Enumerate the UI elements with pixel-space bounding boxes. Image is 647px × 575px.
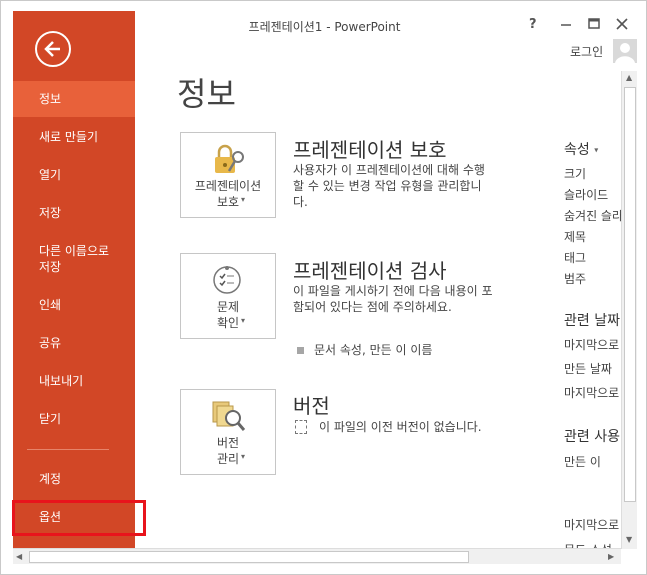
check-issues-button[interactable]: 문제 확인 ▾ <box>180 253 276 339</box>
vertical-scroll-thumb[interactable] <box>624 87 636 502</box>
check-issues-label: 문제 확인 <box>216 300 240 330</box>
lock-key-icon <box>211 143 247 177</box>
user-avatar-icon <box>615 43 635 63</box>
date-label: 만든 날짜 <box>564 362 612 376</box>
property-label: 태그 <box>564 251 587 265</box>
date-label: 마지막으로 <box>564 338 620 352</box>
person-label: 만든 이 <box>564 455 601 469</box>
inspect-title: 프레젠테이션 검사 <box>293 259 447 283</box>
caret-down-icon: ▾ <box>594 145 599 155</box>
nav-item-save-as[interactable]: 다른 이름으로 저장 <box>13 243 135 275</box>
version-history-icon <box>211 400 247 434</box>
scroll-right-icon[interactable]: ▶ <box>608 552 614 561</box>
bullet-square-icon <box>297 347 304 354</box>
nav-item-info[interactable]: 정보 <box>13 81 135 117</box>
property-label: 제목 <box>564 230 587 244</box>
date-label: 마지막으로 <box>564 386 620 400</box>
inspect-document-icon <box>211 264 247 298</box>
protect-title: 프레젠테이션 보호 <box>293 138 447 162</box>
nav-item-close[interactable]: 닫기 <box>13 411 135 427</box>
nav-separator <box>27 449 109 450</box>
login-link[interactable]: 로그인 <box>570 43 603 60</box>
property-label: 크기 <box>564 167 587 181</box>
inspect-bullet: 문서 속성, 만든 이 이름 <box>297 341 432 358</box>
manage-versions-label: 버전 관리 <box>216 436 240 466</box>
arrow-left-icon <box>44 41 60 57</box>
property-label: 범주 <box>564 272 587 286</box>
nav-item-share[interactable]: 공유 <box>13 335 135 351</box>
document-icon <box>295 420 307 434</box>
related-people-heading: 관련 사용 <box>564 429 620 445</box>
protect-button-label: 프레젠테이션 보호 <box>194 179 262 209</box>
manage-versions-button[interactable]: 버전 관리 ▾ <box>180 389 276 475</box>
scroll-up-icon[interactable]: ▲ <box>626 73 632 82</box>
inspect-desc: 이 파일을 게시하기 전에 다음 내용이 포함되어 있다는 점에 주의하세요. <box>293 284 493 314</box>
maximize-icon <box>588 18 600 29</box>
horizontal-scrollbar[interactable]: ◀ ▶ <box>13 548 621 564</box>
versions-title: 버전 <box>293 394 330 418</box>
minimize-icon <box>561 24 571 26</box>
properties-heading[interactable]: 속성 ▾ <box>564 139 598 159</box>
options-highlight-box <box>12 500 146 536</box>
back-button[interactable] <box>35 31 71 67</box>
vertical-scrollbar[interactable]: ▲ ▼ <box>621 71 637 549</box>
nav-item-account[interactable]: 계정 <box>13 471 135 487</box>
property-label: 슬라이드 <box>564 188 609 202</box>
nav-item-open[interactable]: 열기 <box>13 167 135 183</box>
related-dates-heading: 관련 날짜 <box>564 313 620 329</box>
nav-item-print[interactable]: 인쇄 <box>13 297 135 313</box>
property-label: 숨겨진 슬라 <box>564 209 622 223</box>
close-icon <box>616 18 628 30</box>
protect-presentation-button[interactable]: 프레젠테이션 보호 ▾ <box>180 132 276 218</box>
close-button[interactable] <box>613 15 631 33</box>
protect-desc: 사용자가 이 프레젠테이션에 대해 수행할 수 있는 변경 작업 유형을 관리합… <box>293 163 485 209</box>
horizontal-scroll-thumb[interactable] <box>29 551 469 563</box>
minimize-button[interactable] <box>557 15 575 33</box>
caret-down-icon: ▾ <box>241 195 246 204</box>
help-button[interactable]: ? <box>529 17 537 32</box>
backstage-sidebar: 정보 새로 만들기 열기 저장 다른 이름으로 저장 인쇄 공유 내보내기 닫기… <box>13 11 135 551</box>
nav-item-export[interactable]: 내보내기 <box>13 373 135 389</box>
nav-item-new[interactable]: 새로 만들기 <box>13 129 135 145</box>
person-label: 마지막으로 <box>564 518 620 532</box>
versions-desc: 이 파일의 이전 버전이 없습니다. <box>319 420 482 434</box>
scroll-left-icon[interactable]: ◀ <box>16 552 22 561</box>
page-title: 정보 <box>177 75 236 113</box>
caret-down-icon: ▾ <box>241 452 246 461</box>
avatar[interactable] <box>613 39 637 63</box>
nav-item-save[interactable]: 저장 <box>13 205 135 221</box>
scroll-down-icon[interactable]: ▼ <box>626 535 632 544</box>
app-window: 프레젠테이션1 - PowerPoint ? 로그인 정보 새로 만들기 열기 … <box>0 0 647 575</box>
caret-down-icon: ▾ <box>241 316 246 325</box>
maximize-button[interactable] <box>585 15 603 33</box>
